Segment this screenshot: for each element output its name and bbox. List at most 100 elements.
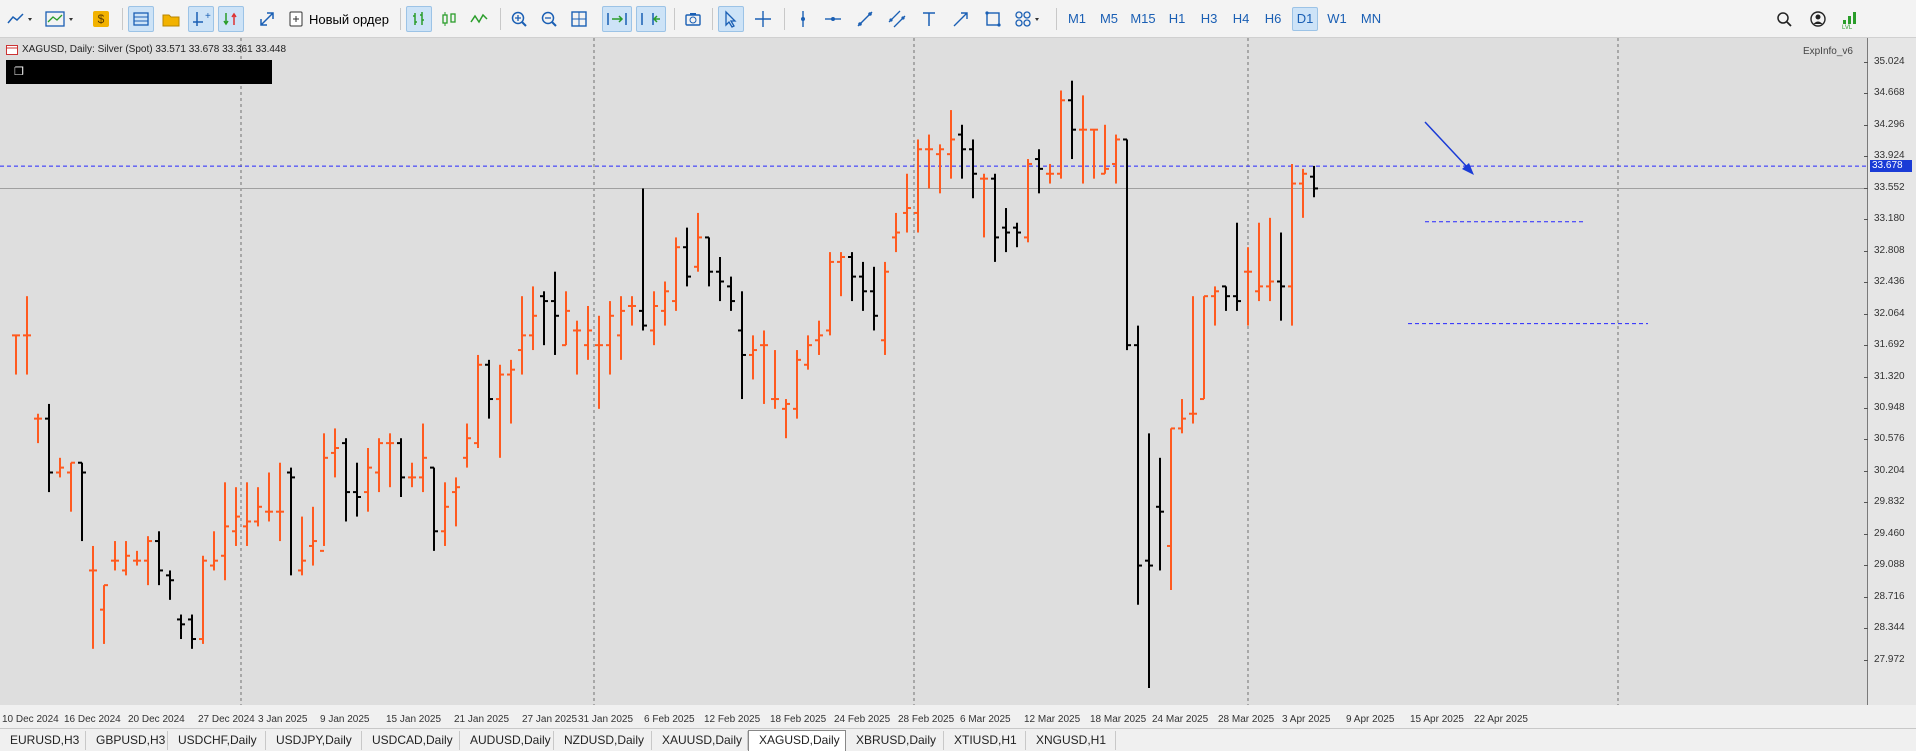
bar-chart-icon[interactable] bbox=[406, 6, 432, 32]
price-bar[interactable] bbox=[166, 570, 174, 600]
rectangle-icon[interactable] bbox=[980, 6, 1006, 32]
channel-icon[interactable] bbox=[884, 6, 910, 32]
price-bar[interactable] bbox=[936, 144, 944, 194]
price-bar[interactable] bbox=[749, 335, 757, 380]
price-bar[interactable] bbox=[650, 291, 658, 346]
chart-tab[interactable]: XAUUSD,Daily bbox=[652, 731, 748, 750]
price-bar[interactable] bbox=[617, 296, 625, 360]
timeframe-h1[interactable]: H1 bbox=[1164, 7, 1190, 31]
price-bar[interactable] bbox=[67, 461, 75, 512]
price-bar[interactable] bbox=[826, 252, 834, 336]
chart-tab[interactable]: XTIUSD,H1 bbox=[944, 731, 1026, 750]
chart-window[interactable]: XAGUSD, Daily: Silver (Spot) 33.571 33.6… bbox=[0, 38, 1916, 725]
signal-icon[interactable]: LVL bbox=[1838, 6, 1866, 32]
price-bar[interactable] bbox=[903, 173, 911, 233]
folder-icon[interactable] bbox=[158, 6, 184, 32]
price-bar[interactable] bbox=[947, 110, 955, 179]
new-order-button[interactable]: Новый ордер bbox=[288, 7, 389, 31]
price-bar[interactable] bbox=[199, 555, 207, 644]
price-bar[interactable] bbox=[683, 227, 691, 287]
price-bar[interactable] bbox=[485, 359, 493, 419]
price-bar[interactable] bbox=[265, 472, 273, 522]
price-bar[interactable] bbox=[320, 433, 328, 552]
text-icon[interactable] bbox=[916, 6, 942, 32]
timeframe-m5[interactable]: M5 bbox=[1096, 7, 1122, 31]
chart-tab[interactable]: USDCAD,Daily bbox=[362, 731, 460, 750]
price-bar[interactable] bbox=[1013, 222, 1021, 248]
price-bar[interactable] bbox=[1233, 222, 1241, 311]
price-bar[interactable] bbox=[463, 423, 471, 468]
price-bar[interactable] bbox=[298, 516, 306, 576]
chart-tab[interactable]: XAGUSD,Daily bbox=[748, 730, 846, 751]
price-bar[interactable] bbox=[474, 354, 482, 449]
timeframe-w1[interactable]: W1 bbox=[1324, 7, 1350, 31]
price-bar[interactable] bbox=[584, 305, 592, 360]
price-bar[interactable] bbox=[1255, 222, 1263, 302]
chart-tab[interactable]: XNGUSD,H1 bbox=[1026, 731, 1116, 750]
price-bar[interactable] bbox=[331, 428, 339, 478]
price-bar[interactable] bbox=[738, 291, 746, 400]
cursor-icon[interactable] bbox=[718, 6, 744, 32]
price-bar[interactable] bbox=[1156, 457, 1164, 571]
price-bar[interactable] bbox=[1090, 128, 1098, 179]
price-bar[interactable] bbox=[661, 281, 669, 326]
price-bar[interactable] bbox=[958, 124, 966, 179]
price-bar[interactable] bbox=[309, 506, 317, 566]
zoom-out-icon[interactable] bbox=[536, 6, 562, 32]
price-bar[interactable] bbox=[1068, 80, 1076, 160]
timeframe-h6[interactable]: H6 bbox=[1260, 7, 1286, 31]
screenshot-icon[interactable] bbox=[680, 6, 706, 32]
price-bar[interactable] bbox=[1134, 325, 1142, 605]
price-bar[interactable] bbox=[969, 139, 977, 199]
price-bar[interactable] bbox=[892, 212, 900, 253]
price-bar[interactable] bbox=[727, 276, 735, 311]
price-bar[interactable] bbox=[1299, 168, 1307, 218]
price-bar[interactable] bbox=[672, 237, 680, 311]
price-bar[interactable] bbox=[793, 350, 801, 419]
trendline-icon[interactable] bbox=[852, 6, 878, 32]
price-bar[interactable] bbox=[507, 359, 515, 424]
price-bar[interactable] bbox=[1211, 286, 1219, 326]
crosshair-icon[interactable] bbox=[750, 6, 776, 32]
price-bar[interactable] bbox=[1079, 95, 1087, 184]
price-bar[interactable] bbox=[34, 413, 42, 444]
chart-tab[interactable]: USDCHF,Daily bbox=[168, 731, 266, 750]
chart-tab[interactable]: XBRUSD,Daily bbox=[846, 731, 944, 750]
time-axis[interactable]: 10 Dec 2024 16 Dec 2024 20 Dec 2024 27 Dec … bbox=[0, 705, 1868, 729]
chart-tab[interactable]: NZDUSD,Daily bbox=[554, 731, 652, 750]
line-icon[interactable] bbox=[466, 6, 492, 32]
price-bar[interactable] bbox=[1200, 295, 1208, 401]
vertical-line-icon[interactable] bbox=[790, 6, 816, 32]
price-bar[interactable] bbox=[1189, 296, 1197, 424]
price-bar[interactable] bbox=[56, 457, 64, 478]
price-bar[interactable] bbox=[1222, 285, 1230, 311]
timeframe-m15[interactable]: M15 bbox=[1128, 7, 1158, 31]
price-bar[interactable] bbox=[914, 139, 922, 233]
timeframe-h4[interactable]: H4 bbox=[1228, 7, 1254, 31]
price-bar[interactable] bbox=[386, 433, 394, 488]
price-bar[interactable] bbox=[837, 252, 845, 297]
price-bar[interactable] bbox=[991, 173, 999, 262]
price-bar[interactable] bbox=[287, 467, 295, 576]
price-bar[interactable] bbox=[540, 291, 548, 346]
price-bar[interactable] bbox=[562, 291, 570, 347]
price-bar[interactable] bbox=[144, 536, 152, 586]
price-bar[interactable] bbox=[45, 403, 53, 493]
price-bar[interactable] bbox=[210, 531, 218, 571]
price-bar[interactable] bbox=[595, 315, 603, 409]
price-bar[interactable] bbox=[782, 399, 790, 439]
price-bar[interactable] bbox=[78, 461, 86, 542]
price-bar[interactable] bbox=[1002, 208, 1010, 253]
price-bar[interactable] bbox=[980, 173, 988, 238]
price-bar[interactable] bbox=[1035, 149, 1043, 194]
price-bar[interactable] bbox=[276, 462, 284, 542]
price-bar[interactable] bbox=[628, 296, 636, 326]
price-bar[interactable] bbox=[815, 320, 823, 355]
price-bar[interactable] bbox=[353, 462, 361, 517]
chart-tab[interactable]: EURUSD,H3 bbox=[0, 731, 86, 750]
price-chart[interactable] bbox=[0, 38, 1868, 705]
price-bar[interactable] bbox=[716, 257, 724, 302]
arrow-icon[interactable] bbox=[948, 6, 974, 32]
price-bar[interactable] bbox=[1167, 427, 1175, 591]
dollar-icon[interactable]: $ bbox=[90, 6, 112, 32]
